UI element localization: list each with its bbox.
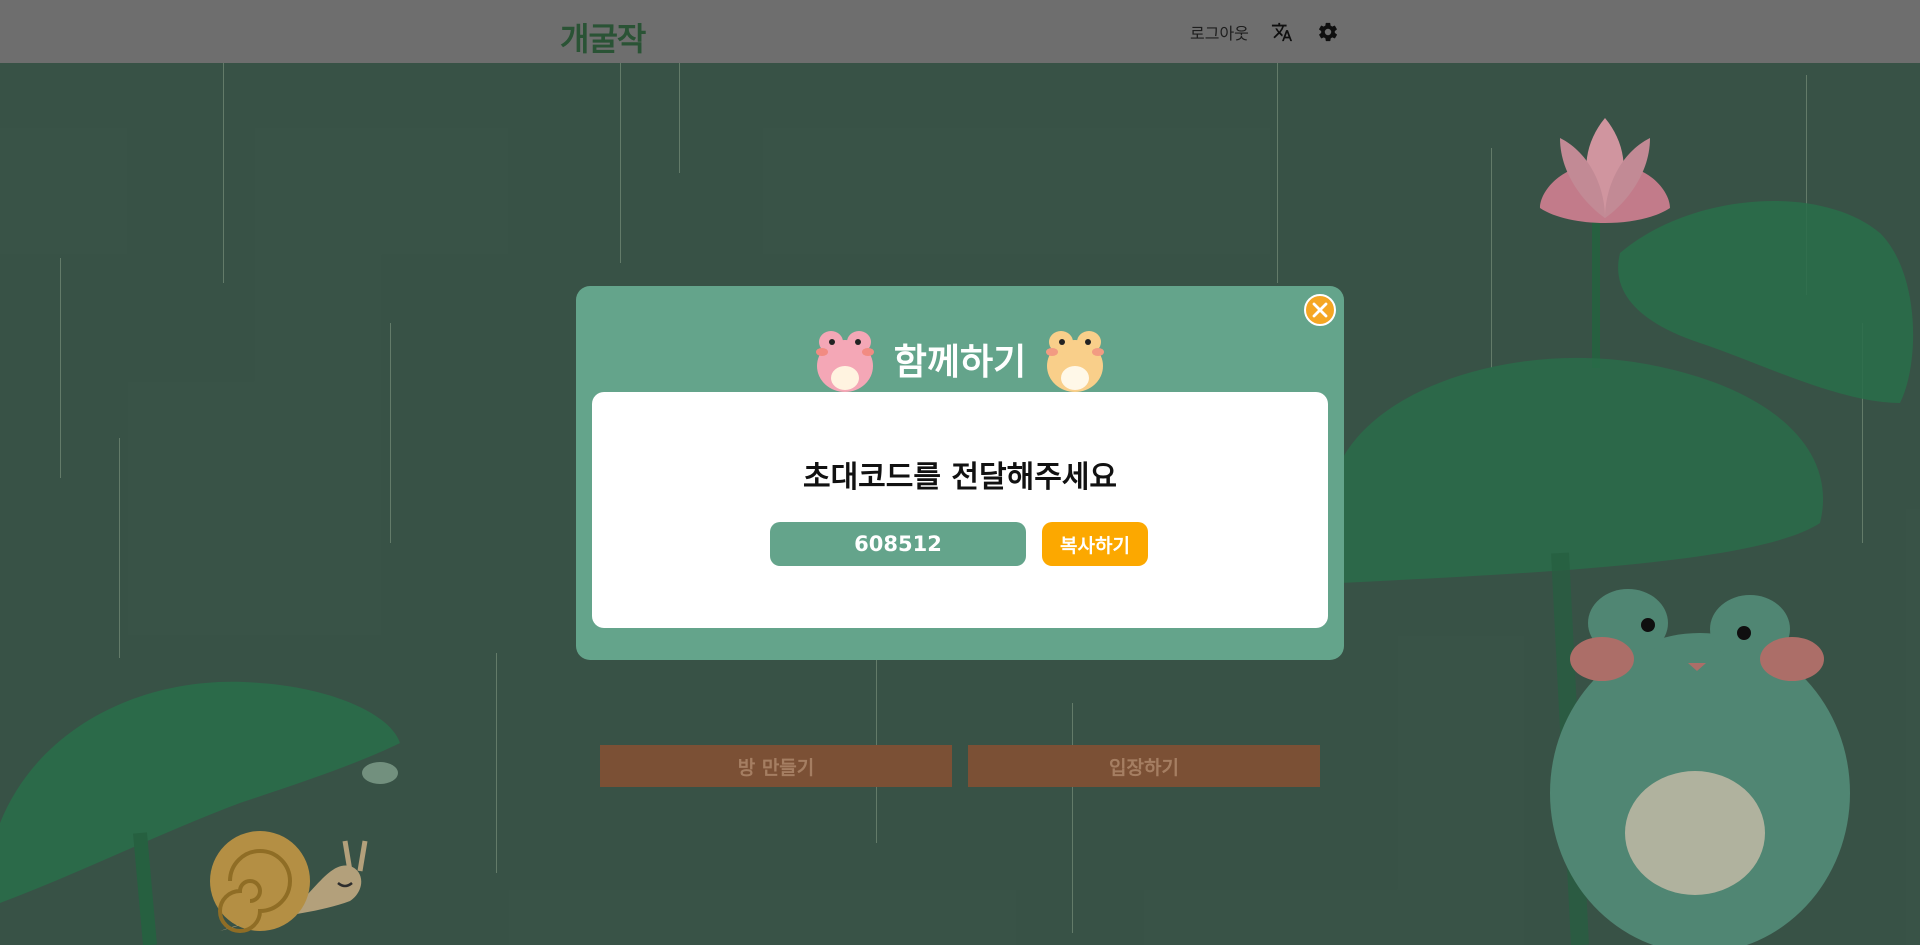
yellow-frog-icon (1046, 331, 1105, 392)
modal-subtitle: 초대코드를 전달해주세요 (802, 460, 1118, 495)
pink-frog-icon (815, 331, 874, 392)
modal-content: 초대코드를 전달해주세요 608512 복사하기 (592, 392, 1328, 628)
invite-code-modal: 함께하기 초대코드를 전달해주세요 608512 복사하기 (576, 286, 1344, 660)
modal-header: 함께하기 (576, 326, 1344, 392)
modal-title: 함께하기 (893, 342, 1027, 383)
copy-button[interactable]: 복사하기 (1042, 522, 1148, 566)
close-icon[interactable] (1304, 294, 1336, 326)
invite-code-field[interactable]: 608512 (770, 522, 1026, 566)
